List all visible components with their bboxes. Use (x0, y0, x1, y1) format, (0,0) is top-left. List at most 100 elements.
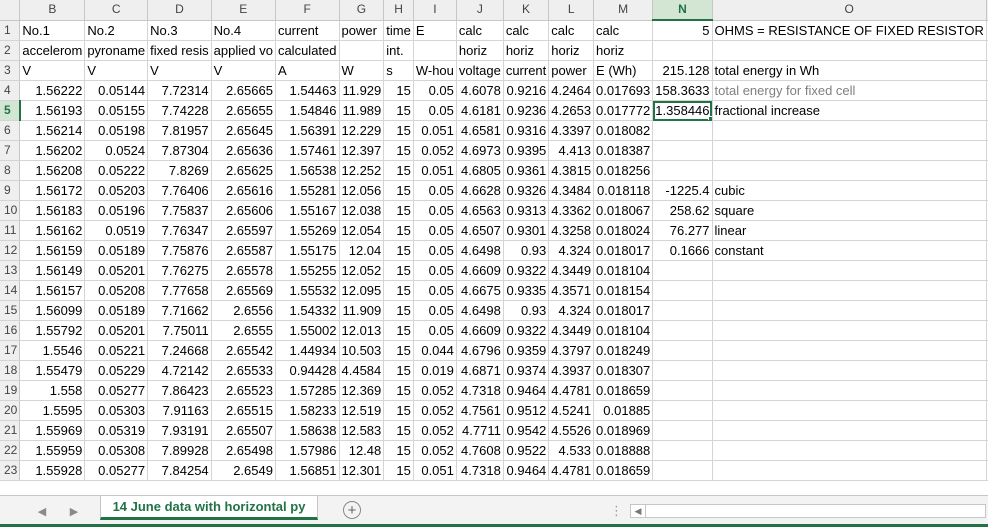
cell-n19[interactable] (652, 380, 713, 401)
cell-d5[interactable]: 7.74228 (147, 100, 212, 121)
column-header-k[interactable]: K (503, 0, 550, 21)
cell-d2[interactable]: fixed resis (147, 40, 212, 61)
cell-f4[interactable]: 1.54463 (275, 80, 340, 101)
cell-e14[interactable]: 2.65569 (211, 280, 276, 301)
cell-d16[interactable]: 7.75011 (147, 320, 212, 341)
cell-b20[interactable]: 1.5595 (19, 400, 86, 421)
row-header[interactable]: 9 (0, 180, 21, 201)
cell-m19[interactable]: 0.018659 (593, 380, 654, 401)
cell-e19[interactable]: 2.65523 (211, 380, 276, 401)
cell-j11[interactable]: 4.6507 (456, 220, 504, 241)
cell-b12[interactable]: 1.56159 (19, 240, 86, 261)
cell-k14[interactable]: 0.9335 (503, 280, 550, 301)
cell-e16[interactable]: 2.6555 (211, 320, 276, 341)
cell-j15[interactable]: 4.6498 (456, 300, 504, 321)
cell-i15[interactable]: 0.05 (413, 300, 457, 321)
row-header[interactable]: 22 (0, 440, 21, 461)
cell-j14[interactable]: 4.6675 (456, 280, 504, 301)
cell-g14[interactable]: 12.095 (339, 280, 385, 301)
cell-h16[interactable]: 15 (383, 320, 414, 341)
cell-c1[interactable]: No.2 (84, 20, 149, 41)
cell-m21[interactable]: 0.018969 (593, 420, 654, 441)
cell-j22[interactable]: 4.7608 (456, 440, 504, 461)
cell-m1[interactable]: calc (593, 20, 654, 41)
cell-n16[interactable] (652, 320, 713, 341)
column-header-l[interactable]: L (548, 0, 595, 21)
cell-g8[interactable]: 12.252 (339, 160, 385, 181)
cell-b5[interactable]: 1.56193 (19, 100, 86, 121)
cell-b3[interactable]: V (19, 60, 86, 81)
cell-k2[interactable]: horiz (503, 40, 550, 61)
cell-o3[interactable]: total energy in Wh (712, 60, 987, 81)
cell-h3[interactable]: s (383, 60, 414, 81)
cell-h9[interactable]: 15 (383, 180, 414, 201)
cell-b23[interactable]: 1.55928 (19, 460, 86, 481)
cell-f16[interactable]: 1.55002 (275, 320, 340, 341)
cell-i23[interactable]: 0.051 (413, 460, 457, 481)
column-header-i[interactable]: I (413, 0, 457, 21)
cell-l18[interactable]: 4.3937 (548, 360, 595, 381)
cell-l16[interactable]: 4.3449 (548, 320, 595, 341)
cell-c4[interactable]: 0.05144 (84, 80, 149, 101)
cell-i11[interactable]: 0.05 (413, 220, 457, 241)
cell-c15[interactable]: 0.05189 (84, 300, 149, 321)
cell-h22[interactable]: 15 (383, 440, 414, 461)
cell-e6[interactable]: 2.65645 (211, 120, 276, 141)
cell-g7[interactable]: 12.397 (339, 140, 385, 161)
cell-k6[interactable]: 0.9316 (503, 120, 550, 141)
cell-e15[interactable]: 2.6556 (211, 300, 276, 321)
cell-g2[interactable] (339, 40, 385, 61)
cell-i2[interactable] (413, 40, 457, 61)
cell-c13[interactable]: 0.05201 (84, 260, 149, 281)
column-header-c[interactable]: C (84, 0, 149, 21)
cell-n2[interactable] (652, 40, 713, 61)
cell-b6[interactable]: 1.56214 (19, 120, 86, 141)
cell-k5[interactable]: 0.9236 (503, 100, 550, 121)
column-header-o[interactable]: O (712, 0, 987, 21)
cell-d20[interactable]: 7.91163 (147, 400, 212, 421)
cell-i1[interactable]: E (413, 20, 457, 41)
cell-i22[interactable]: 0.052 (413, 440, 457, 461)
cell-m14[interactable]: 0.018154 (593, 280, 654, 301)
cell-k15[interactable]: 0.93 (503, 300, 550, 321)
plus-circle-icon[interactable]: + (343, 501, 361, 519)
cell-c12[interactable]: 0.05189 (84, 240, 149, 261)
cell-k1[interactable]: calc (503, 20, 550, 41)
cell-i9[interactable]: 0.05 (413, 180, 457, 201)
cell-c8[interactable]: 0.05222 (84, 160, 149, 181)
cell-j16[interactable]: 4.6609 (456, 320, 504, 341)
cell-m11[interactable]: 0.018024 (593, 220, 654, 241)
cell-o20[interactable] (712, 400, 987, 421)
cell-o8[interactable] (712, 160, 987, 181)
cell-o14[interactable] (712, 280, 987, 301)
cell-i13[interactable]: 0.05 (413, 260, 457, 281)
cell-b1[interactable]: No.1 (19, 20, 86, 41)
cell-k9[interactable]: 0.9326 (503, 180, 550, 201)
cell-b7[interactable]: 1.56202 (19, 140, 86, 161)
caret-left-icon[interactable]: ◀ (34, 504, 50, 520)
cell-k19[interactable]: 0.9464 (503, 380, 550, 401)
cell-n7[interactable] (652, 140, 713, 161)
cell-f12[interactable]: 1.55175 (275, 240, 340, 261)
cell-n13[interactable] (652, 260, 713, 281)
cell-m15[interactable]: 0.018017 (593, 300, 654, 321)
cell-g5[interactable]: 11.989 (339, 100, 385, 121)
cell-b13[interactable]: 1.56149 (19, 260, 86, 281)
cell-c20[interactable]: 0.05303 (84, 400, 149, 421)
cell-j18[interactable]: 4.6871 (456, 360, 504, 381)
cell-i14[interactable]: 0.05 (413, 280, 457, 301)
cell-l9[interactable]: 4.3484 (548, 180, 595, 201)
cell-j19[interactable]: 4.7318 (456, 380, 504, 401)
cell-b21[interactable]: 1.55969 (19, 420, 86, 441)
cell-e21[interactable]: 2.65507 (211, 420, 276, 441)
column-header-b[interactable]: B (19, 0, 86, 21)
column-header-f[interactable]: F (275, 0, 340, 21)
cell-b18[interactable]: 1.55479 (19, 360, 86, 381)
cell-n5[interactable]: 1.358446 (652, 100, 713, 121)
cell-n23[interactable] (652, 460, 713, 481)
cell-f10[interactable]: 1.55167 (275, 200, 340, 221)
cell-i10[interactable]: 0.05 (413, 200, 457, 221)
scroll-left-icon[interactable]: ◀ (631, 505, 646, 517)
cell-b16[interactable]: 1.55792 (19, 320, 86, 341)
cell-n14[interactable] (652, 280, 713, 301)
